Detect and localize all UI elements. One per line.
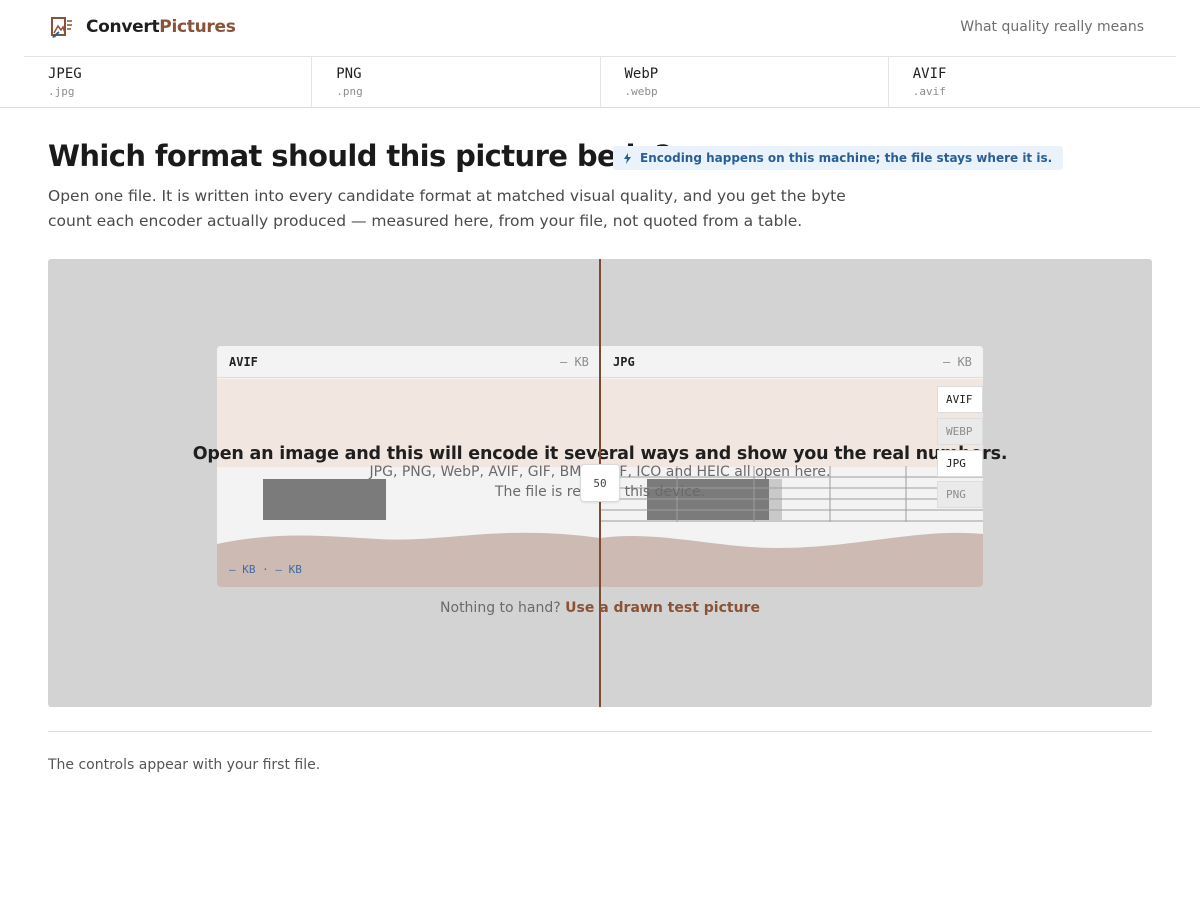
badge-text: Encoding happens on this machine; the fi…	[640, 151, 1053, 165]
local-encoding-badge: Encoding happens on this machine; the fi…	[613, 146, 1064, 170]
format-extension: .png	[336, 85, 363, 98]
controls-note: The controls appear with your first file…	[48, 757, 321, 773]
right-format-label: JPG	[613, 355, 635, 369]
image-drop-zone[interactable]: AVIF — KB JPG — KB — KB · — KB Open an i…	[48, 259, 1152, 707]
app-logo-icon[interactable]	[50, 16, 74, 40]
page-title: Which format should this picture be in?	[48, 139, 672, 173]
format-picker-jpg[interactable]: JPG	[937, 450, 983, 477]
format-extension: .webp	[624, 85, 658, 98]
format-tab-png[interactable]: PNG .png	[312, 57, 601, 107]
lightning-icon	[624, 152, 631, 164]
format-name: WebP	[624, 66, 659, 82]
test-prefix: Nothing to hand?	[440, 600, 561, 616]
brand-part-1: Convert	[86, 17, 160, 37]
left-format-label: AVIF	[229, 355, 258, 369]
brand-name[interactable]: ConvertPictures	[86, 17, 236, 37]
format-picker-avif[interactable]: AVIF	[937, 386, 983, 413]
format-tab-webp[interactable]: WebP .webp	[601, 57, 889, 107]
test-picture-link[interactable]: Use a drawn test picture	[565, 600, 760, 616]
size-readout: — KB · — KB	[229, 563, 302, 576]
format-name: PNG	[336, 66, 362, 82]
intro-text: Open one file. It is written into every …	[48, 187, 846, 230]
format-extension: .avif	[912, 85, 946, 98]
brand-part-2: Pictures	[159, 17, 236, 37]
nav-divider	[0, 107, 1200, 108]
right-size-label: — KB	[943, 355, 972, 369]
format-picker-webp[interactable]: WEBP	[937, 418, 983, 445]
format-tab-jpeg[interactable]: JPEG .jpg	[24, 57, 313, 107]
test-picture-row: Nothing to hand? Use a drawn test pictur…	[48, 600, 1152, 616]
format-picker-png[interactable]: PNG	[937, 481, 983, 508]
quality-link[interactable]: What quality really means	[960, 19, 1144, 35]
format-name: JPEG	[48, 66, 82, 82]
left-size-label: — KB	[560, 355, 589, 369]
format-nav: JPEG .jpg PNG .png WebP .webp AVIF .avif	[24, 57, 1176, 107]
site-header: ConvertPictures What quality really mean…	[24, 0, 1176, 57]
footer-divider	[48, 731, 1152, 732]
format-name: AVIF	[912, 66, 947, 82]
format-tab-avif[interactable]: AVIF .avif	[889, 57, 1176, 107]
compare-slider-handle[interactable]: 50	[580, 464, 620, 502]
format-extension: .jpg	[48, 85, 75, 98]
